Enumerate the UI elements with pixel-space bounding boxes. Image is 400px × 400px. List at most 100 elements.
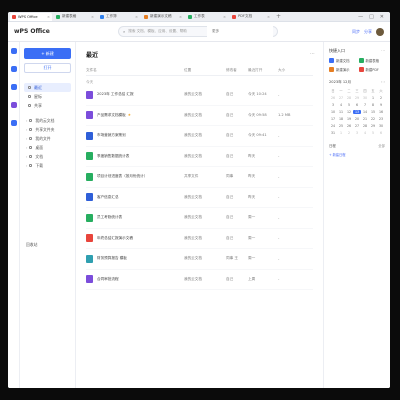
sidebar-item[interactable]: 星标	[24, 92, 71, 101]
maximize-icon[interactable]: □	[369, 14, 374, 20]
table-row[interactable]: 财务预算报告 模板 我的云文档 同事 王 周一 -	[86, 249, 313, 270]
minimize-icon[interactable]: —	[358, 14, 363, 20]
calendar-day[interactable]: 2	[345, 131, 353, 135]
file-name[interactable]: 员工考勤统计表	[97, 215, 122, 220]
calendar-day[interactable]: 25	[337, 124, 345, 128]
calendar-day[interactable]: 5	[369, 131, 377, 135]
calendar-day[interactable]: 13	[353, 110, 361, 114]
close-icon[interactable]: ×	[135, 15, 138, 19]
calendar-day[interactable]: 1	[337, 131, 345, 135]
file-name[interactable]: 市场营销方案策划	[97, 133, 126, 138]
column-header[interactable]: 文件名	[86, 68, 184, 73]
avatar[interactable]	[376, 27, 384, 36]
calendar-day[interactable]: 20	[353, 117, 361, 121]
quick-action[interactable]: 新建演示	[329, 67, 356, 72]
column-header[interactable]: 最近打开	[248, 68, 278, 73]
chevron-right-icon[interactable]: ›	[26, 155, 27, 159]
chevron-right-icon[interactable]: ›	[26, 137, 27, 141]
quick-action[interactable]: 新建PDF	[358, 67, 386, 72]
tab-5[interactable]: PDF文档 ×	[230, 13, 272, 21]
schedule-more[interactable]: 全部	[378, 143, 385, 148]
sidebar-folder[interactable]: › 共享文件夹	[24, 125, 71, 134]
quick-action[interactable]: 新建表格	[358, 58, 386, 63]
file-name[interactable]: 客户信息汇总	[97, 195, 119, 200]
table-row[interactable]: 合同审批流程 我的云文档 自己 上周 -	[86, 270, 313, 290]
calendar-day[interactable]: 17	[329, 117, 337, 121]
calendar-day[interactable]: 4	[337, 103, 345, 107]
sidebar-folder[interactable]: › 下载	[24, 161, 71, 170]
sidebar-folder[interactable]: › 我的云文档	[24, 116, 71, 125]
calendar-day[interactable]: 15	[369, 110, 377, 114]
file-name[interactable]: 年终总结汇报演示文稿	[97, 236, 133, 241]
search-input[interactable]: ⌕ 搜索 文档、模板、应用、设置、帮助 更多	[118, 23, 278, 40]
calendar-day[interactable]: 7	[361, 103, 369, 107]
new-button[interactable]: + 新建	[24, 48, 71, 59]
calendar-day[interactable]: 27	[337, 96, 345, 100]
rail-app-icon[interactable]	[10, 102, 17, 108]
new-tab-icon[interactable]: +	[276, 13, 281, 20]
rail-app-icon[interactable]	[10, 48, 17, 54]
file-name[interactable]: 产品需求文档模板	[97, 113, 126, 118]
tab-2[interactable]: 工作簿 ×	[98, 13, 140, 21]
more-icon[interactable]: ⋯	[310, 51, 315, 57]
chevron-right-icon[interactable]: ›	[26, 164, 27, 168]
sidebar-item[interactable]: 共享	[24, 101, 71, 110]
calendar-day[interactable]: 21	[361, 117, 369, 121]
calendar-day[interactable]: 2	[377, 96, 385, 100]
sidebar-item[interactable]: 最近	[24, 83, 71, 92]
rail-app-icon[interactable]	[10, 120, 17, 126]
table-row[interactable]: 员工考勤统计表 我的云文档 自己 周一 -	[86, 208, 313, 229]
calendar-day[interactable]: 27	[353, 124, 361, 128]
calendar-day[interactable]: 3	[329, 103, 337, 107]
file-name[interactable]: 季度销售数据统计表	[97, 154, 129, 159]
tab-4[interactable]: 工作表 ×	[186, 13, 228, 21]
chevron-right-icon[interactable]: ›	[26, 119, 27, 123]
sync-button[interactable]: 同步	[352, 29, 360, 35]
share-button[interactable]: 分享	[364, 29, 372, 35]
table-row[interactable]: 2023年 工作总结 汇报 我的云文档 自己 今天 10:24 -	[86, 85, 313, 106]
table-row[interactable]: 客户信息汇总 我的云文档 自己 昨天 -	[86, 188, 313, 208]
close-icon[interactable]: ×	[47, 15, 50, 19]
calendar-day[interactable]: 12	[345, 110, 353, 114]
chevron-right-icon[interactable]: ›	[26, 128, 27, 132]
table-row[interactable]: 产品需求文档模板 ★ 我的云文档 自己 今天 09:58 1.2 MB	[86, 106, 313, 126]
rail-app-icon[interactable]	[10, 66, 17, 72]
open-button[interactable]: 打开	[24, 63, 71, 73]
calendar-day[interactable]: 8	[369, 103, 377, 107]
table-row[interactable]: 项目计划进度表（按月份统计） 共享文件 同事 昨天 -	[86, 167, 313, 188]
quick-more-icon[interactable]: ⋯	[381, 48, 385, 54]
calendar-day[interactable]: 30	[377, 124, 385, 128]
tab-3[interactable]: 新建演示文稿 ×	[142, 13, 184, 21]
calendar-day[interactable]: 3	[353, 131, 361, 135]
sidebar-folder[interactable]: › 文档	[24, 152, 71, 161]
calendar-day[interactable]: 29	[369, 124, 377, 128]
calendar-day[interactable]: 6	[353, 103, 361, 107]
calendar-day[interactable]: 22	[369, 117, 377, 121]
calendar-day[interactable]: 4	[361, 131, 369, 135]
file-name[interactable]: 项目计划进度表（按月份统计）	[97, 174, 147, 179]
column-header[interactable]: 大小	[278, 68, 298, 73]
column-header[interactable]: 位置	[184, 68, 226, 73]
calendar-day[interactable]: 29	[353, 96, 361, 100]
star-icon[interactable]: ★	[128, 113, 131, 117]
sidebar-item-trash[interactable]: 回收站	[26, 242, 37, 248]
tab-1[interactable]: 新建表格 ×	[54, 13, 96, 21]
calendar-day[interactable]: 9	[377, 103, 385, 107]
close-icon[interactable]: ×	[223, 15, 226, 19]
file-name[interactable]: 合同审批流程	[97, 277, 119, 282]
calendar-day[interactable]: 16	[377, 110, 385, 114]
sidebar-folder[interactable]: › 我的文件	[24, 134, 71, 143]
quick-action[interactable]: 新建文档	[329, 58, 356, 63]
tab-0[interactable]: WPS Office ×	[10, 12, 52, 21]
chevron-right-icon[interactable]: ›	[26, 146, 27, 150]
close-icon[interactable]: ×	[91, 15, 94, 19]
calendar-day[interactable]: 31	[329, 131, 337, 135]
calendar-day[interactable]: 26	[329, 96, 337, 100]
column-header[interactable]: 修改者	[226, 68, 248, 73]
calendar-day[interactable]: 24	[329, 124, 337, 128]
add-schedule-button[interactable]: + 新建日程	[329, 152, 385, 157]
calendar-day[interactable]: 1	[369, 96, 377, 100]
rail-app-icon[interactable]	[10, 84, 17, 90]
calendar-day[interactable]: 30	[361, 96, 369, 100]
calendar-day[interactable]: 26	[345, 124, 353, 128]
